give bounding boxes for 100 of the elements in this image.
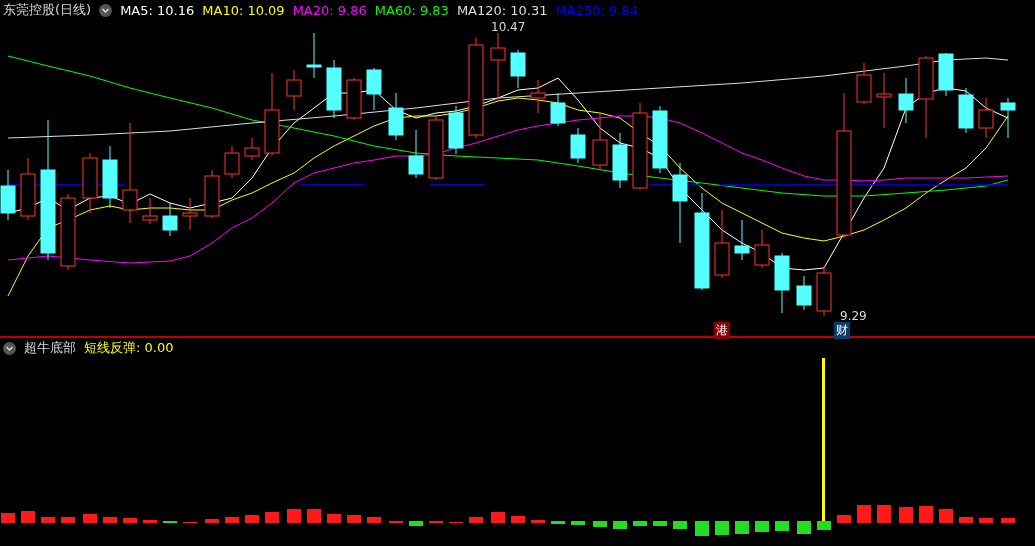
indicator-title: 超牛底部 — [24, 339, 76, 357]
volume-bar — [511, 516, 525, 523]
candlestick — [796, 275, 812, 311]
event-badge[interactable]: 财 — [834, 322, 850, 339]
candlestick — [408, 129, 424, 179]
volume-bar — [245, 515, 259, 523]
candlestick — [20, 157, 36, 221]
volume-bar — [857, 505, 871, 523]
candlestick — [388, 92, 404, 141]
volume-bar — [673, 521, 687, 529]
candlestick — [530, 79, 546, 114]
event-badge[interactable]: 港 — [714, 322, 730, 339]
candlestick — [326, 59, 342, 119]
candlestick — [286, 69, 302, 111]
candlestick — [592, 112, 608, 171]
volume-bar — [531, 520, 545, 523]
volume-bar — [755, 521, 769, 532]
volume-bar — [327, 514, 341, 523]
volume-bar — [551, 521, 565, 524]
candlestick — [714, 209, 730, 279]
volume-bar — [939, 509, 953, 523]
volume-bar — [21, 511, 35, 523]
candlestick — [550, 92, 566, 127]
volume-bar — [347, 515, 361, 523]
volume-bar — [837, 515, 851, 523]
volume-bar — [593, 521, 607, 527]
volume-bar — [817, 521, 831, 530]
candlestick — [816, 265, 832, 317]
moving-average-value: MA5: 10.16 — [120, 2, 195, 18]
candlestick — [938, 52, 954, 97]
volume-bar — [491, 512, 505, 523]
volume-bar — [979, 518, 993, 523]
volume-bar — [409, 521, 423, 526]
volume-bar — [1001, 518, 1015, 523]
volume-bar — [83, 514, 97, 523]
candlestick — [162, 202, 178, 237]
volume-bar — [877, 505, 891, 523]
volume-bar — [265, 512, 279, 523]
candlestick — [958, 87, 974, 134]
candlestick — [0, 169, 16, 221]
candlestick — [898, 77, 914, 124]
signal-value: 短线反弹: 0.00 — [84, 339, 174, 357]
moving-average-value: MA60: 9.83 — [374, 2, 449, 18]
volume-bar — [143, 520, 157, 523]
volume-bar — [123, 518, 137, 523]
stock-title: 东莞控股(日线) — [3, 1, 92, 19]
volume-bar — [571, 521, 585, 525]
candlestick — [1000, 97, 1016, 139]
volume-bar — [919, 506, 933, 523]
candlestick — [182, 197, 198, 231]
volume-bar — [613, 521, 627, 529]
volume-bar — [205, 519, 219, 523]
candlestick — [652, 105, 668, 174]
candlestick — [570, 127, 586, 164]
moving-average-value: MA10: 10.09 — [202, 2, 285, 18]
moving-average-value: MA250: 9.84 — [555, 2, 638, 18]
volume-bar — [899, 507, 913, 523]
candlestick — [346, 77, 362, 121]
volume-bar — [959, 517, 973, 523]
candlestick — [428, 115, 444, 181]
low-price-label: 9.29 — [840, 310, 867, 322]
candlestick — [224, 145, 240, 179]
candlestick — [142, 197, 158, 225]
volume-bar — [633, 521, 647, 526]
volume-bar — [225, 517, 239, 523]
volume-bar — [469, 517, 483, 523]
candlestick — [978, 97, 994, 139]
volume-bar — [307, 509, 321, 523]
candlestick — [754, 229, 770, 269]
candlestick — [204, 169, 220, 219]
volume-bar — [797, 521, 811, 534]
volume-bar — [775, 521, 789, 531]
candlestick — [856, 62, 872, 105]
dropdown-icon[interactable] — [3, 341, 16, 355]
candlestick — [734, 219, 750, 261]
candlestick — [244, 137, 260, 161]
volume-bar — [653, 521, 667, 526]
volume-bar — [735, 521, 749, 534]
candlestick — [612, 132, 628, 189]
volume-bar — [695, 521, 709, 536]
candlestick — [306, 32, 322, 79]
candlestick — [102, 145, 118, 209]
moving-average-value: MA120: 10.31 — [456, 2, 548, 18]
moving-average-value: MA20: 9.86 — [292, 2, 367, 18]
candlestick — [366, 67, 382, 111]
volume-bar — [367, 517, 381, 523]
volume-bar — [1, 513, 15, 523]
candlestick — [510, 49, 526, 89]
volume-bar — [287, 509, 301, 523]
dropdown-icon[interactable] — [99, 3, 113, 17]
candlestick — [448, 105, 464, 155]
candlestick — [490, 32, 506, 101]
candlestick — [876, 72, 892, 129]
high-price-label: 10.47 — [491, 21, 526, 33]
candlestick — [82, 152, 98, 214]
volume-bar — [715, 521, 729, 535]
volume-bar — [41, 517, 55, 523]
volume-bar — [103, 517, 117, 523]
volume-bar — [61, 517, 75, 523]
candlestick — [774, 252, 790, 314]
